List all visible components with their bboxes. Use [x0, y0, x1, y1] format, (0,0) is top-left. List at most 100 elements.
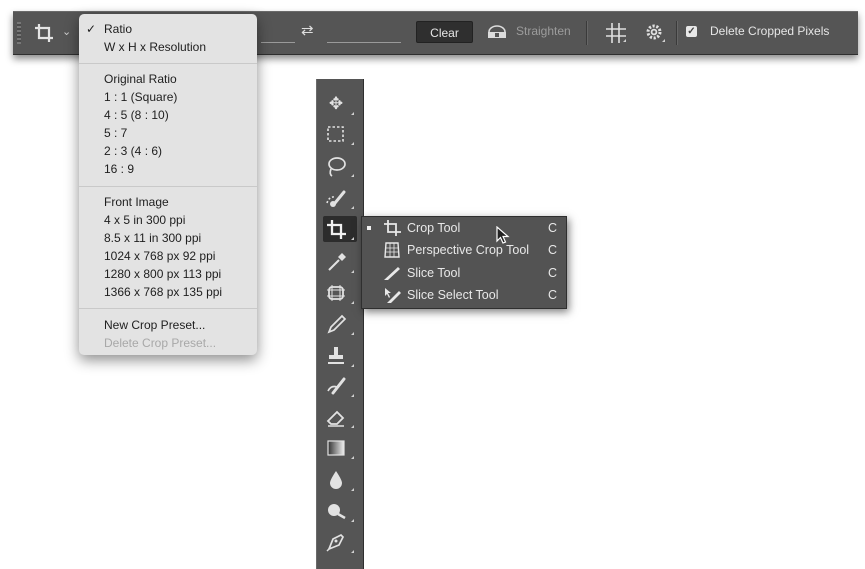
eraser-icon	[326, 410, 345, 427]
crop-ratio-menu: ✓ Ratio W x H x Resolution Original Rati…	[79, 14, 257, 355]
menu-item-new-crop-preset[interactable]: New Crop Preset...	[104, 318, 205, 332]
gear-icon[interactable]	[644, 22, 666, 44]
flyout-indicator	[351, 270, 354, 273]
menu-item-original-ratio[interactable]: Original Ratio	[104, 72, 177, 86]
pen-icon	[326, 533, 345, 552]
clone-stamp-tool[interactable]	[323, 343, 357, 369]
height-field[interactable]	[327, 42, 401, 43]
flyout-indicator	[351, 332, 354, 335]
menu-divider	[79, 63, 257, 64]
tool-preset-picker[interactable]: ⌄	[31, 20, 77, 46]
healing-icon	[327, 285, 345, 301]
menu-item-1024x768[interactable]: 1024 x 768 px 92 ppi	[104, 249, 215, 263]
selected-indicator	[367, 226, 371, 230]
crop-icon	[327, 220, 346, 239]
slice-icon	[384, 267, 400, 280]
flyout-indicator	[351, 112, 354, 115]
flyout-item-perspective-crop-tool[interactable]: Perspective Crop Tool C	[362, 239, 566, 261]
history-brush-tool[interactable]	[323, 373, 357, 399]
blur-tool[interactable]	[323, 467, 357, 493]
flyout-item-label: Crop Tool	[407, 221, 461, 235]
flyout-item-slice-tool[interactable]: Slice Tool C	[362, 262, 566, 284]
move-icon: ✥	[328, 94, 344, 113]
slice-select-icon	[385, 288, 401, 303]
flyout-item-label: Slice Select Tool	[407, 288, 499, 302]
clear-button[interactable]: Clear	[416, 21, 473, 43]
menu-divider	[79, 186, 257, 187]
menu-item-4x5-300ppi[interactable]: 4 x 5 in 300 ppi	[104, 213, 185, 227]
flyout-indicator	[351, 237, 354, 240]
flyout-indicator	[351, 488, 354, 491]
eyedropper-tool[interactable]	[323, 249, 357, 275]
menu-item-4-5[interactable]: 4 : 5 (8 : 10)	[104, 108, 169, 122]
flyout-item-slice-select-tool[interactable]: Slice Select Tool C	[362, 284, 566, 306]
swap-icon[interactable]: ⇄	[301, 21, 314, 41]
width-field[interactable]	[261, 42, 295, 43]
menu-item-16-9[interactable]: 16 : 9	[104, 162, 134, 176]
flyout-indicator	[351, 456, 354, 459]
history-brush-icon	[327, 377, 346, 395]
straighten-label[interactable]: Straighten	[516, 24, 571, 38]
panel-grip[interactable]	[17, 22, 21, 44]
toolbar-divider	[676, 21, 678, 45]
lasso-icon	[328, 157, 346, 177]
pen-tool[interactable]	[323, 529, 357, 555]
flyout-indicator	[351, 174, 354, 177]
eraser-tool[interactable]	[323, 404, 357, 430]
menu-item-5-7[interactable]: 5 : 7	[104, 126, 127, 140]
perspective-crop-icon	[384, 242, 400, 258]
menu-divider	[79, 308, 257, 309]
brush-tool[interactable]	[323, 311, 357, 337]
menu-item-front-image[interactable]: Front Image	[104, 195, 169, 209]
flyout-indicator	[351, 550, 354, 553]
gradient-tool[interactable]	[323, 435, 357, 461]
crop-tool[interactable]	[323, 216, 357, 242]
gradient-icon	[327, 440, 345, 456]
shortcut-key: C	[548, 243, 558, 257]
menu-item-2-3[interactable]: 2 : 3 (4 : 6)	[104, 144, 162, 158]
straighten-icon	[488, 25, 506, 38]
shortcut-key: C	[548, 288, 558, 302]
flyout-indicator	[351, 364, 354, 367]
flyout-indicator	[351, 206, 354, 209]
delete-cropped-label[interactable]: Delete Cropped Pixels	[710, 24, 829, 38]
quick-selection-tool[interactable]	[323, 185, 357, 211]
flyout-item-crop-tool[interactable]: Crop Tool C	[362, 217, 566, 239]
crop-tools-flyout: Crop Tool C Perspective Crop Tool C Slic…	[361, 216, 567, 309]
stamp-icon	[328, 347, 344, 364]
flyout-indicator	[351, 425, 354, 428]
eyedropper-icon	[328, 253, 346, 271]
dodge-tool[interactable]	[323, 498, 357, 524]
menu-item-ratio[interactable]: Ratio	[104, 22, 132, 36]
marquee-icon	[327, 126, 344, 142]
menu-item-1366x768[interactable]: 1366 x 768 px 135 ppi	[104, 285, 222, 299]
mouse-pointer-icon	[496, 226, 510, 244]
toolbar-divider	[586, 21, 588, 45]
blur-icon	[330, 471, 342, 489]
quick-selection-icon	[326, 190, 346, 207]
flyout-item-label: Slice Tool	[407, 266, 461, 280]
crop-icon	[384, 220, 401, 236]
spot-healing-tool[interactable]	[323, 280, 357, 306]
shortcut-key: C	[548, 221, 558, 235]
menu-item-1-1[interactable]: 1 : 1 (Square)	[104, 90, 177, 104]
shortcut-key: C	[548, 266, 558, 280]
flyout-indicator	[351, 519, 354, 522]
dodge-icon	[328, 504, 346, 520]
menu-item-delete-crop-preset: Delete Crop Preset...	[104, 336, 217, 350]
delete-cropped-checkbox[interactable]: ✓	[686, 26, 697, 37]
brush-icon	[327, 314, 347, 334]
menu-item-8-5x11-300ppi[interactable]: 8.5 x 11 in 300 ppi	[104, 231, 201, 245]
move-tool[interactable]: ✥	[323, 91, 357, 117]
flyout-indicator	[351, 142, 354, 145]
flyout-indicator	[351, 301, 354, 304]
flyout-indicator	[351, 394, 354, 397]
lasso-tool[interactable]	[323, 153, 357, 179]
chevron-down-icon: ⌄	[62, 26, 72, 38]
checkmark-icon: ✓	[86, 22, 97, 36]
crop-icon	[35, 24, 53, 42]
grid-overlay-icon[interactable]	[605, 22, 627, 44]
menu-item-1280x800[interactable]: 1280 x 800 px 113 ppi	[104, 267, 221, 281]
marquee-tool[interactable]	[323, 121, 357, 147]
menu-item-wxh-resolution[interactable]: W x H x Resolution	[104, 40, 206, 54]
